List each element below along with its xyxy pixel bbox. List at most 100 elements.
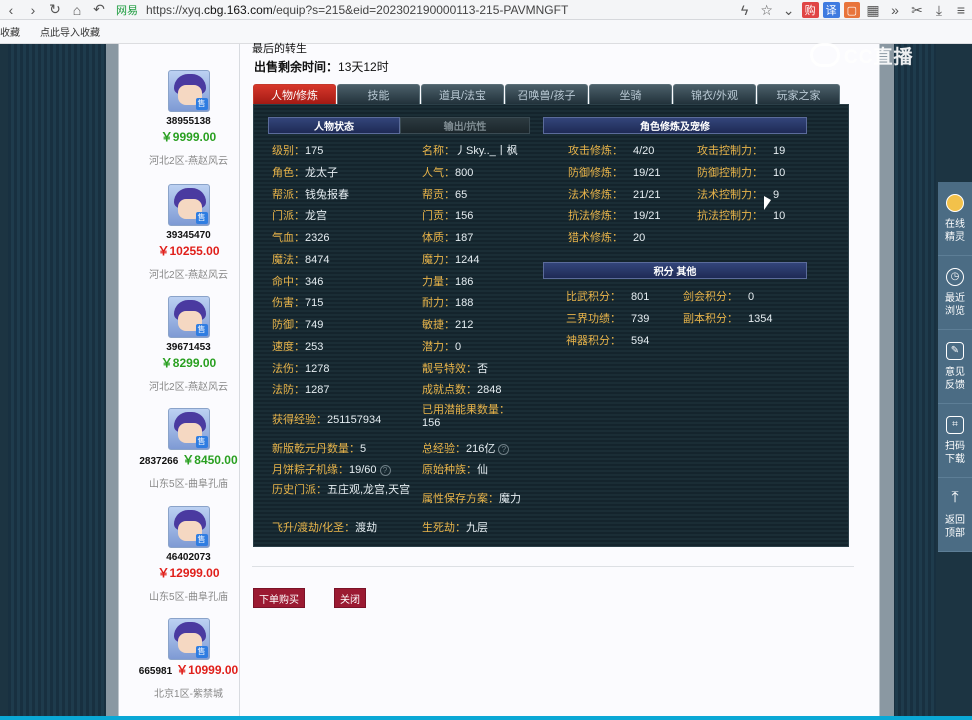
help-icon[interactable]: ? (379, 465, 391, 476)
character-avatar[interactable]: 售 (167, 408, 210, 450)
points-pvp: 比武积分： 801 (566, 291, 650, 303)
stat-speed: 速度：253 (272, 341, 324, 353)
help-icon[interactable]: ? (498, 444, 510, 455)
stat-exp: 获得经验：251157934 (272, 414, 382, 426)
listing-server: 山东5区-曲阜孔庙 (149, 479, 228, 490)
close-button[interactable]: 关闭 (334, 588, 366, 608)
character-avatar[interactable]: 售 (167, 296, 210, 338)
bookmark-favorites[interactable]: 收藏 (0, 24, 20, 39)
tab-character[interactable]: 人物/修炼 (253, 84, 336, 104)
game-badge[interactable]: ▢ (843, 2, 860, 18)
grid-icon[interactable]: ▦ (862, 0, 884, 20)
stat-hp: 气血：2326 (272, 232, 330, 244)
tab-skills[interactable]: 技能 (337, 84, 420, 104)
listing-price: ￥10255.00 (157, 244, 220, 258)
listing-item[interactable]: 售 665981 ￥10999.00 北京1区-紫禁城 (137, 618, 240, 700)
stat-mooncake: 月饼粽子机缘：19/60? (272, 461, 391, 477)
sale-icon: 售 (195, 98, 208, 110)
clock-icon: ◷ (946, 267, 964, 286)
download-icon[interactable]: ⤓ (928, 0, 950, 20)
stat-school: 门派：龙宫 (272, 210, 327, 222)
related-listings: 售 38955138 ￥9999.00 河北2区-燕赵风云 售 39345470… (137, 44, 240, 720)
feedback-button[interactable]: ✎ 意见 反馈 (938, 330, 972, 404)
browser-toolbar: ‹ › ↻ ⌂ ↶ 网易 https://xyq. cbg.163.com/equ… (0, 0, 972, 20)
item-detail: 最后的转生 出售剩余时间：13天12时 人物/修炼 技能 道具/法宝 召唤兽/孩… (252, 43, 854, 720)
stat-guild-contrib: 帮贡：65 (422, 189, 468, 201)
listing-item[interactable]: 售 39671453 ￥8299.00 河北2区-燕赵风云 (137, 296, 240, 393)
stat-magic-defense: 法防：1287 (272, 384, 330, 396)
online-helper-button[interactable]: 在线 精灵 (938, 182, 972, 256)
character-avatar[interactable]: 售 (167, 618, 210, 660)
refresh-icon[interactable]: ↻ (44, 0, 66, 20)
buy-button[interactable]: 下单购买 (253, 588, 305, 608)
chevron-down-icon[interactable]: ⌄ (778, 0, 800, 20)
control-defense: 防御控制力： 10 (697, 167, 786, 179)
bookmark-import[interactable]: 点此导入收藏 (40, 24, 100, 39)
shop-badge[interactable]: 购 (801, 2, 819, 18)
section-output-header[interactable]: 输出/抗性 (400, 117, 530, 134)
points-artifact: 神器积分： 594 (566, 335, 650, 347)
control-attack: 攻击控制力： 19 (697, 145, 786, 157)
listing-item[interactable]: 售 46402073 ￥12999.00 山东5区-曲阜孔庙 (137, 506, 240, 603)
sale-icon: 售 (195, 324, 208, 336)
qrcode-icon: ⌗ (946, 415, 964, 434)
character-avatar[interactable]: 售 (167, 184, 210, 226)
cc-logo-text: CC直播 (844, 46, 914, 68)
stat-history-school: 历史门派：五庄观,龙宫,天宫 (272, 484, 411, 496)
page: 售 38955138 ￥9999.00 河北2区-燕赵风云 售 39345470… (0, 43, 972, 720)
tab-appearance[interactable]: 锦衣/外观 (673, 84, 756, 104)
back-top-icon: ⤒ (951, 488, 959, 506)
listing-price: ￥8450.00 (182, 453, 238, 467)
tab-home[interactable]: 玩家之家 (757, 84, 840, 104)
stat-school-contrib: 门贡：156 (422, 210, 474, 222)
scissors-icon[interactable]: ✂ (906, 0, 928, 20)
sale-remaining-time: 出售剩余时间：13天12时 (254, 58, 389, 75)
home-icon[interactable]: ⌂ (66, 0, 88, 20)
stat-save-scheme: 属性保存方案：魔力 (422, 493, 521, 505)
cc-logo-icon (810, 43, 840, 67)
tab-items[interactable]: 道具/法宝 (421, 84, 504, 104)
points-dungeon: 副本积分： 1354 (683, 313, 773, 325)
listing-server: 河北2区-燕赵风云 (149, 382, 228, 393)
listing-item[interactable]: 售 2837266 ￥8450.00 山东5区-曲阜孔庙 (137, 408, 240, 490)
sale-icon: 售 (195, 212, 208, 224)
translate-badge[interactable]: 译 (822, 2, 840, 18)
tab-summons[interactable]: 召唤兽/孩子 (505, 84, 588, 104)
listing-item[interactable]: 售 38955138 ￥9999.00 河北2区-燕赵风云 (137, 70, 240, 167)
listing-item[interactable]: 售 39345470 ￥10255.00 河北2区-燕赵风云 (137, 184, 240, 281)
security-badge: 网易 (116, 4, 138, 17)
stat-qianyuandan: 新版乾元丹数量：5 (272, 443, 367, 455)
stat-endurance: 耐力：188 (422, 297, 474, 309)
undo-icon[interactable]: ↶ (88, 0, 110, 20)
url-path: /equip?s=215&eid=202302190000113-215-PAV… (272, 2, 569, 17)
points-sword: 剑会积分： 0 (683, 291, 755, 303)
stat-total-exp: 总经验：216亿? (422, 440, 510, 456)
recent-browse-button[interactable]: ◷ 最近 浏览 (938, 256, 972, 330)
stat-vanity-effect: 靓号特效：否 (422, 363, 488, 375)
forward-icon[interactable]: › (22, 0, 44, 20)
bottom-status-bar (0, 716, 972, 720)
cultivation-resist: 抗法修炼： 19/21 (568, 210, 661, 222)
back-icon[interactable]: ‹ (0, 0, 22, 20)
helper-icon (946, 193, 964, 212)
sale-time-label: 出售剩余时间： (254, 60, 339, 74)
listing-id: 39671453 (166, 342, 211, 353)
tab-mounts[interactable]: 坐骑 (589, 84, 672, 104)
stat-mp: 魔法：8474 (272, 254, 330, 266)
character-avatar[interactable]: 售 (167, 506, 210, 548)
star-icon[interactable]: ☆ (756, 0, 778, 20)
stat-damage: 伤害：715 (272, 297, 324, 309)
back-to-top-button[interactable]: ⤒ 返回 顶部 (938, 478, 972, 552)
control-resist: 抗法控制力： 10 (697, 210, 786, 222)
section-status-header[interactable]: 人物状态 (268, 117, 400, 134)
flash-icon[interactable]: ϟ (734, 0, 756, 20)
address-bar[interactable]: 网易 https://xyq. cbg.163.com/equip?s=215&e… (116, 1, 672, 19)
page-background-left (8, 44, 108, 720)
stat-role: 角色：龙太子 (272, 167, 338, 179)
more-icon[interactable]: » (884, 0, 906, 20)
url-host: cbg.163.com (204, 2, 273, 17)
qrcode-download-button[interactable]: ⌗ 扫码 下载 (938, 404, 972, 478)
character-avatar[interactable]: 售 (167, 70, 210, 112)
stat-potential: 潜力：0 (422, 341, 462, 353)
menu-icon[interactable]: ≡ (950, 0, 972, 20)
